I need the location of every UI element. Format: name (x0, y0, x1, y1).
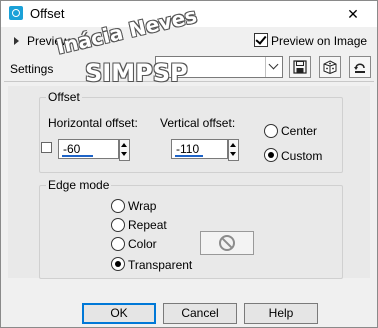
horizontal-offset-stepper[interactable] (119, 139, 130, 161)
preview-toggle[interactable]: Preview (27, 34, 70, 48)
vertical-offset-input[interactable]: -110 (171, 139, 228, 159)
center-label[interactable]: Center (281, 124, 317, 138)
edge-mode-group-title: Edge mode (46, 178, 112, 192)
preview-on-image-checkbox[interactable] (254, 33, 268, 47)
reset-button[interactable] (349, 56, 371, 78)
horizontal-offset-value: -60 (63, 142, 81, 156)
arrow-up-icon[interactable] (121, 143, 127, 147)
vertical-offset-value: -110 (176, 142, 200, 156)
horizontal-offset-label: Horizontal offset: (48, 116, 138, 130)
wrap-radio[interactable] (111, 199, 125, 213)
color-radio[interactable] (111, 237, 125, 251)
horizontal-offset-input[interactable]: -60 (58, 139, 119, 159)
chevron-down-icon[interactable] (265, 57, 282, 77)
save-icon (293, 60, 307, 74)
custom-radio[interactable] (264, 148, 278, 162)
ok-button[interactable]: OK (82, 303, 156, 324)
transparent-label[interactable]: Transparent (128, 258, 192, 272)
help-button[interactable]: Help (244, 303, 318, 324)
color-label[interactable]: Color (128, 237, 157, 251)
repeat-radio[interactable] (111, 218, 125, 232)
arrow-up-icon[interactable] (230, 143, 236, 147)
title-bar: Offset ✕ (1, 1, 377, 27)
link-offsets-checkbox[interactable] (41, 142, 52, 153)
arrow-down-icon[interactable] (121, 152, 127, 156)
randomize-icon (323, 60, 337, 74)
divider (4, 81, 374, 82)
randomize-button[interactable] (319, 56, 341, 78)
vertical-offset-stepper[interactable] (228, 139, 239, 161)
vertical-offset-label: Vertical offset: (160, 116, 236, 130)
transparent-radio[interactable] (111, 257, 125, 271)
expand-preview-icon[interactable] (14, 37, 19, 45)
focus-underline (175, 155, 203, 157)
save-preset-button[interactable] (289, 56, 311, 78)
edge-color-swatch[interactable] (200, 231, 254, 255)
no-color-icon (219, 235, 235, 251)
preview-on-image-label[interactable]: Preview on Image (271, 34, 367, 48)
focus-underline (62, 155, 93, 157)
offset-dialog: Offset ✕ Preview Preview on Image Settin… (0, 0, 378, 328)
reset-icon (354, 63, 365, 73)
wrap-label[interactable]: Wrap (128, 199, 156, 213)
offset-group-title: Offset (46, 90, 82, 104)
settings-label: Settings (10, 62, 54, 76)
arrow-down-icon[interactable] (230, 152, 236, 156)
window-title: Offset (30, 6, 65, 21)
app-icon (9, 6, 23, 20)
repeat-label[interactable]: Repeat (128, 218, 167, 232)
center-radio[interactable] (264, 124, 278, 138)
settings-dropdown[interactable] (155, 56, 283, 78)
custom-label[interactable]: Custom (281, 149, 322, 163)
preview-row: Preview Preview on Image (1, 33, 377, 53)
cancel-button[interactable]: Cancel (163, 303, 237, 324)
close-button[interactable]: ✕ (333, 1, 373, 27)
horizontal-offset-spinner[interactable]: -60 (58, 139, 130, 161)
vertical-offset-spinner[interactable]: -110 (171, 139, 243, 161)
